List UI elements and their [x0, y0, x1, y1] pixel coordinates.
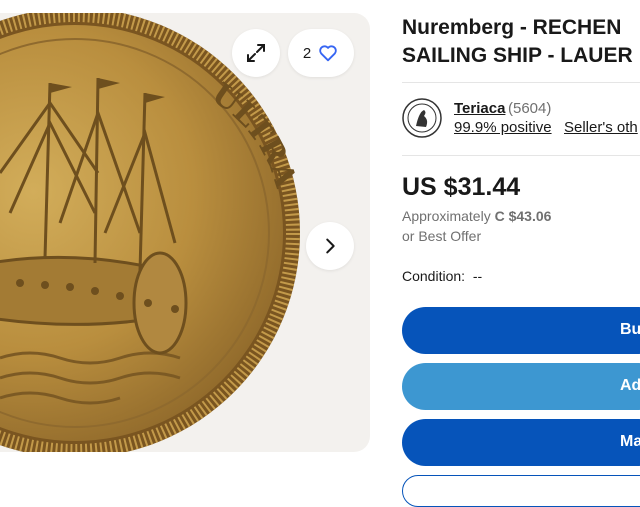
seller-other-items-link[interactable]: Seller's oth [564, 119, 638, 136]
seller-info: Teriaca (5604) 99.9% positive Seller's o… [402, 97, 640, 141]
best-offer-text: or Best Offer [402, 228, 482, 244]
seller-feedback-count: (5604) [508, 100, 552, 117]
cart-button-label: Ad [620, 377, 640, 394]
condition-value: -- [472, 268, 483, 284]
listing-title-line-2: SAILING SHIP - LAUER [402, 44, 633, 67]
listing-title-line-1: Nuremberg - RECHEN [402, 16, 622, 39]
expand-icon [247, 44, 265, 62]
approx-label: Approximately [402, 208, 491, 224]
approx-value: C $43.06 [494, 208, 552, 224]
price: US $31.44 [402, 173, 521, 201]
seller-positive-link[interactable]: 99.9% positive [454, 119, 552, 136]
chevron-right-icon [326, 238, 335, 254]
seller-name-link[interactable]: Teriaca [454, 100, 505, 117]
divider [402, 155, 640, 156]
condition-label: Condition: [402, 268, 466, 284]
expand-button[interactable] [232, 29, 280, 77]
heart-icon [319, 45, 337, 62]
divider [402, 82, 640, 83]
condition: Condition: -- [402, 268, 482, 284]
buy-it-now-button[interactable]: Bu [402, 307, 640, 354]
buy-button-label: Bu [620, 321, 640, 338]
watch-count: 2 [302, 44, 312, 62]
next-image-button[interactable] [306, 222, 354, 270]
image-gallery[interactable]: ULTRA 2 [0, 13, 370, 452]
watch-count-button[interactable]: 2 [288, 29, 354, 77]
approx-price: Approximately C $43.06 [402, 208, 551, 224]
seller-logo[interactable] [402, 98, 442, 138]
make-offer-button[interactable]: Ma [402, 419, 640, 466]
offer-button-label: Ma [620, 433, 640, 450]
add-to-cart-button[interactable]: Ad [402, 363, 640, 410]
listing-title: Nuremberg - RECHEN SAILING SHIP - LAUER [402, 14, 640, 70]
